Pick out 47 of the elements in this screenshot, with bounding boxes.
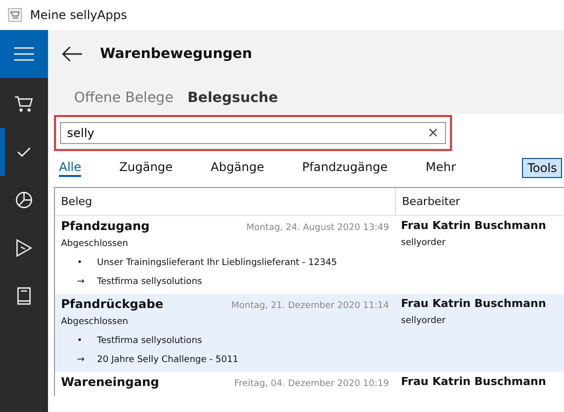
user-name: Frau Katrin Buschmann <box>401 219 548 232</box>
filter-tab[interactable]: Pfandzugänge <box>302 160 388 176</box>
document-status: Abgeschlossen <box>61 239 128 249</box>
document-date: Montag, 24. August 2020 13:49 <box>246 223 389 233</box>
party-name: 20 Jahre Selly Challenge - 5011 <box>97 355 238 365</box>
page-title: Warenbewegungen <box>100 46 252 62</box>
party-name: Testfirma sellysolutions <box>97 336 202 346</box>
clear-button[interactable]: × <box>427 125 439 141</box>
column-header: Beleg <box>60 195 94 208</box>
cart-icon <box>15 96 33 112</box>
checkmark-icon <box>17 147 31 157</box>
app-logo-icon <box>8 8 22 22</box>
column-header: Bearbeiter <box>395 188 564 215</box>
document-date: Montag, 21. Dezember 2020 11:14 <box>231 301 389 311</box>
tab[interactable]: Belegsuche <box>187 90 278 106</box>
pie-chart-icon <box>15 191 33 209</box>
table-row[interactable]: Pfandrückgabe Montag, 21. Dezember 2020 11:14 Abgeschlossen • Testfirma sellysolutions → 20 Jahre Selly Challenge - 5011 Frau Katrin Buschmann sellyorder <box>55 294 564 372</box>
search-field[interactable]: selly × <box>60 122 446 144</box>
tab[interactable]: Offene Belege <box>74 90 174 106</box>
filter-tab[interactable]: Mehr <box>426 160 456 176</box>
filter-tab[interactable]: Alle <box>59 160 82 176</box>
party-name: Testfirma sellysolutions <box>97 277 202 287</box>
line-marker: → <box>77 355 86 365</box>
document-status: Abgeschlossen <box>61 317 128 327</box>
line-marker: • <box>77 336 84 346</box>
line-marker: → <box>77 277 86 287</box>
back-button[interactable] <box>62 46 82 62</box>
document-date: Freitag, 04. Dezember 2020 10:19 <box>234 379 389 389</box>
window-title: Meine sellyApps <box>30 8 127 22</box>
user-account: sellyorder <box>401 316 446 326</box>
line-marker: • <box>77 258 84 268</box>
document-type: Wareneingang <box>61 375 160 389</box>
table-row[interactable]: Wareneingang Freitag, 04. Dezember 2020 10:19 Frau Katrin Buschmann <box>55 372 564 396</box>
menu-button[interactable] <box>0 30 48 78</box>
party-name: Unser Trainingslieferant Ihr Lieblingslieferant - 12345 <box>97 258 337 268</box>
filter-tab[interactable]: Abgänge <box>210 160 264 176</box>
user-account: sellyorder <box>401 238 446 248</box>
user-name: Frau Katrin Buschmann <box>401 375 548 388</box>
table-row[interactable]: Pfandzugang Montag, 24. August 2020 13:49 Abgeschlossen • Unser Trainingslieferant Ihr Lieblingslieferant - 12345 → Testfirma sellysolutions Frau Katrin Buschmann sellyorder <box>55 216 564 294</box>
back-arrow-icon <box>62 46 82 62</box>
document-type: Pfandzugang <box>61 219 150 233</box>
filter-tab[interactable]: Zugänge <box>119 160 173 176</box>
menu-icon <box>14 47 34 61</box>
tools-button[interactable]: Tools <box>522 158 562 178</box>
book-icon <box>17 287 31 305</box>
user-name: Frau Katrin Buschmann <box>401 297 548 310</box>
document-type: Pfandrückgabe <box>61 297 164 311</box>
